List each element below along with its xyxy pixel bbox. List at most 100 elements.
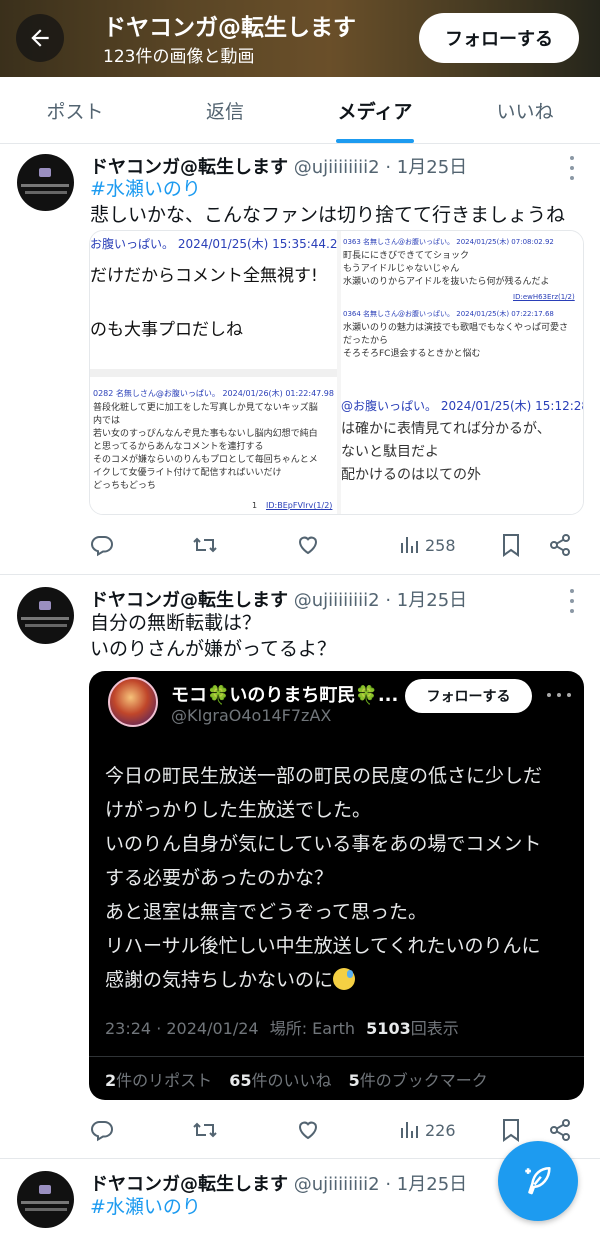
bar-chart-icon <box>401 1122 418 1138</box>
hashtag-link[interactable]: #水瀬いのり <box>90 177 201 202</box>
author-name[interactable]: ドヤコンガ@転生します <box>90 590 288 611</box>
quoted-text-line-content: 感謝の気持ちしかないのに <box>105 969 334 991</box>
post-date: · 1月25日 <box>385 590 468 611</box>
share-icon <box>550 1119 570 1141</box>
quoted-likes-count[interactable]: 65 <box>229 1071 251 1090</box>
tab-posts[interactable]: ポスト <box>0 77 150 143</box>
image-text: イクして女優ライト付けて配信すればいいだけ <box>93 468 282 478</box>
quoted-reposts-count[interactable]: 2 <box>105 1071 116 1090</box>
profile-header: ドヤコンガ@転生します 123件の画像と動画 フォローする <box>0 0 600 77</box>
image-text: 水瀬いのりからアイドルを抜いたら何が残るんだよ <box>343 277 550 287</box>
post-actions: 226 <box>90 1115 580 1145</box>
quoted-time[interactable]: 23:24 · 2024/01/24 <box>105 1019 259 1038</box>
share-button[interactable] <box>548 1115 572 1145</box>
quoted-bookmarks-count[interactable]: 5 <box>349 1071 360 1090</box>
quoted-post[interactable]: モコ🍀いのりまち町民🍀... @KIgraO4o14F7zAX フォローする 今… <box>89 671 584 1100</box>
reply-button[interactable] <box>90 1115 114 1145</box>
reply-icon <box>90 536 114 557</box>
views-button[interactable]: 258 <box>397 530 456 560</box>
quoted-reposts-label[interactable]: 件のリポスト <box>116 1071 212 1090</box>
heart-icon <box>298 536 318 555</box>
bookmark-icon <box>503 1119 519 1142</box>
like-button[interactable] <box>296 530 320 560</box>
avatar[interactable] <box>17 587 74 644</box>
post-text: 自分の無断転載は？ <box>90 612 262 634</box>
tab-media[interactable]: メディア <box>300 77 450 143</box>
quoted-bookmarks-label[interactable]: 件のブックマーク <box>360 1071 488 1090</box>
more-options-icon[interactable] <box>562 589 582 613</box>
tab-replies[interactable]: 返信 <box>150 77 300 143</box>
quoted-views-count: 5103 <box>366 1019 411 1038</box>
more-options-icon[interactable] <box>562 156 582 180</box>
profile-tabs: ポスト 返信 メディア いいね <box>0 77 600 144</box>
reply-button[interactable] <box>90 530 114 560</box>
tab-label: ポスト <box>46 100 104 123</box>
image-id: ID:BEpFVIrv(1/2) <box>266 501 333 510</box>
post-date: · 1月25日 <box>385 157 468 178</box>
author-handle: @ujiiiiiiii2 <box>293 590 380 611</box>
image-text: 配かけるのは以ての外 <box>341 467 481 483</box>
tab-active-indicator <box>336 139 414 143</box>
media-count: 123件の画像と動画 <box>103 47 255 67</box>
quoted-text-line: 今日の町民生放送一部の町民の民度の低さに少しだ <box>105 765 543 787</box>
post-text: いのりさんが嫌がってるよ？ <box>90 638 337 660</box>
media-grid[interactable]: お腹いっぱい。 2024/01/25(木) 15:35:44.21 だけだからコ… <box>89 230 584 515</box>
media-image-4[interactable]: @お腹いっぱい。 2024/01/25(木) 15:12:28.29 は確かに表… <box>341 381 584 514</box>
image-text: どっちもどっち <box>93 481 156 491</box>
quoted-author-name[interactable]: モコ🍀いのりまち町民🍀... <box>171 681 398 707</box>
reply-icon <box>90 1121 114 1142</box>
author-name[interactable]: ドヤコンガ@転生します <box>90 157 288 178</box>
compose-post-button[interactable] <box>498 1141 578 1221</box>
follow-button[interactable]: フォローする <box>419 13 579 63</box>
quoted-engagement: 2件のリポスト 65件のいいね 5件のブックマーク <box>105 1067 488 1091</box>
quoted-author-handle: @KIgraO4o14F7zAX <box>171 706 332 725</box>
image-text: と思ってるからあんなコメントを連打する <box>93 442 264 452</box>
media-image-1[interactable]: お腹いっぱい。 2024/01/25(木) 15:35:44.21 だけだからコ… <box>90 231 337 369</box>
more-options-icon[interactable] <box>547 687 571 703</box>
quoted-text-line: リハーサル後忙しい中生放送してくれたいのりんに <box>105 935 541 957</box>
like-button[interactable] <box>296 1115 320 1145</box>
image-text: もうアイドルじゃないじゃん <box>343 264 460 274</box>
avatar[interactable] <box>17 154 74 211</box>
image-text: 水瀬いのりの魅力は演技でも歌唱でもなくやっぱ可愛さ <box>343 323 569 333</box>
quoted-text-line: 感謝の気持ちしかないのに <box>105 963 542 997</box>
quoted-text: 今日の町民生放送一部の町民の民度の低さに少しだ けがっかりした生放送でした。 い… <box>105 759 542 997</box>
tab-likes[interactable]: いいね <box>450 77 600 143</box>
post-meta: ドヤコンガ@転生します @ujiiiiiiii2 · 1月25日 <box>90 1170 467 1196</box>
media-divider <box>90 369 337 377</box>
quoted-follow-button[interactable]: フォローする <box>405 679 532 713</box>
media-image-3[interactable]: 0282 名無しさん@お腹いっぱい。 2024/01/26(木) 01:22:4… <box>90 377 337 514</box>
back-button[interactable] <box>16 14 64 62</box>
quoted-likes-label[interactable]: 件のいいね <box>252 1071 332 1090</box>
quoted-avatar[interactable] <box>108 677 158 727</box>
post-meta: ドヤコンガ@転生します @ujiiiiiiii2 · 1月25日 <box>90 586 467 612</box>
bookmark-button[interactable] <box>500 530 522 560</box>
post-text: 悲しいかな、こんなファンは切り捨てて行きましょうね <box>90 204 566 226</box>
profile-name: ドヤコンガ@転生します <box>103 15 356 41</box>
image-text: @お腹いっぱい。 2024/01/25(木) 15:12:28.29 <box>341 399 584 413</box>
post-date: · 1月25日 <box>385 1174 468 1195</box>
image-count: 1 <box>252 501 258 510</box>
quoted-text-line: する必要があったのかな？ <box>105 867 334 889</box>
author-handle: @ujiiiiiiii2 <box>293 157 380 178</box>
views-button[interactable]: 226 <box>397 1115 456 1145</box>
quoted-text-line: あと退室は無言でどうぞって思った。 <box>105 901 428 923</box>
image-text: だけだからコメント全無視す! <box>90 266 318 286</box>
feather-compose-icon <box>525 1166 551 1195</box>
image-text: 町長ににきびできててショック <box>343 251 470 261</box>
quoted-timestamp: 23:24 · 2024/01/24 場所: Earth 5103回表示 <box>105 1015 459 1039</box>
repost-icon <box>193 537 217 553</box>
share-button[interactable] <box>548 530 572 560</box>
image-text: そろそろFC退会するときかと悩む <box>343 349 481 359</box>
hashtag-link[interactable]: #水瀬いのり <box>90 1195 201 1220</box>
author-name[interactable]: ドヤコンガ@転生します <box>90 1174 288 1195</box>
media-image-2[interactable]: 0363 名無しさん@お腹いっぱい。 2024/01/25(木) 07:08:0… <box>341 231 583 379</box>
repost-button[interactable] <box>192 1115 218 1145</box>
tab-label: いいね <box>496 100 554 123</box>
avatar[interactable] <box>17 1171 74 1228</box>
views-count: 226 <box>425 1120 456 1140</box>
bookmark-button[interactable] <box>500 1115 522 1145</box>
quoted-text-line: いのりん自身が気にしている事をあの場でコメント <box>105 833 542 855</box>
repost-button[interactable] <box>192 530 218 560</box>
image-text: 0282 名無しさん@お腹いっぱい。 2024/01/26(木) 01:22:4… <box>93 389 334 398</box>
